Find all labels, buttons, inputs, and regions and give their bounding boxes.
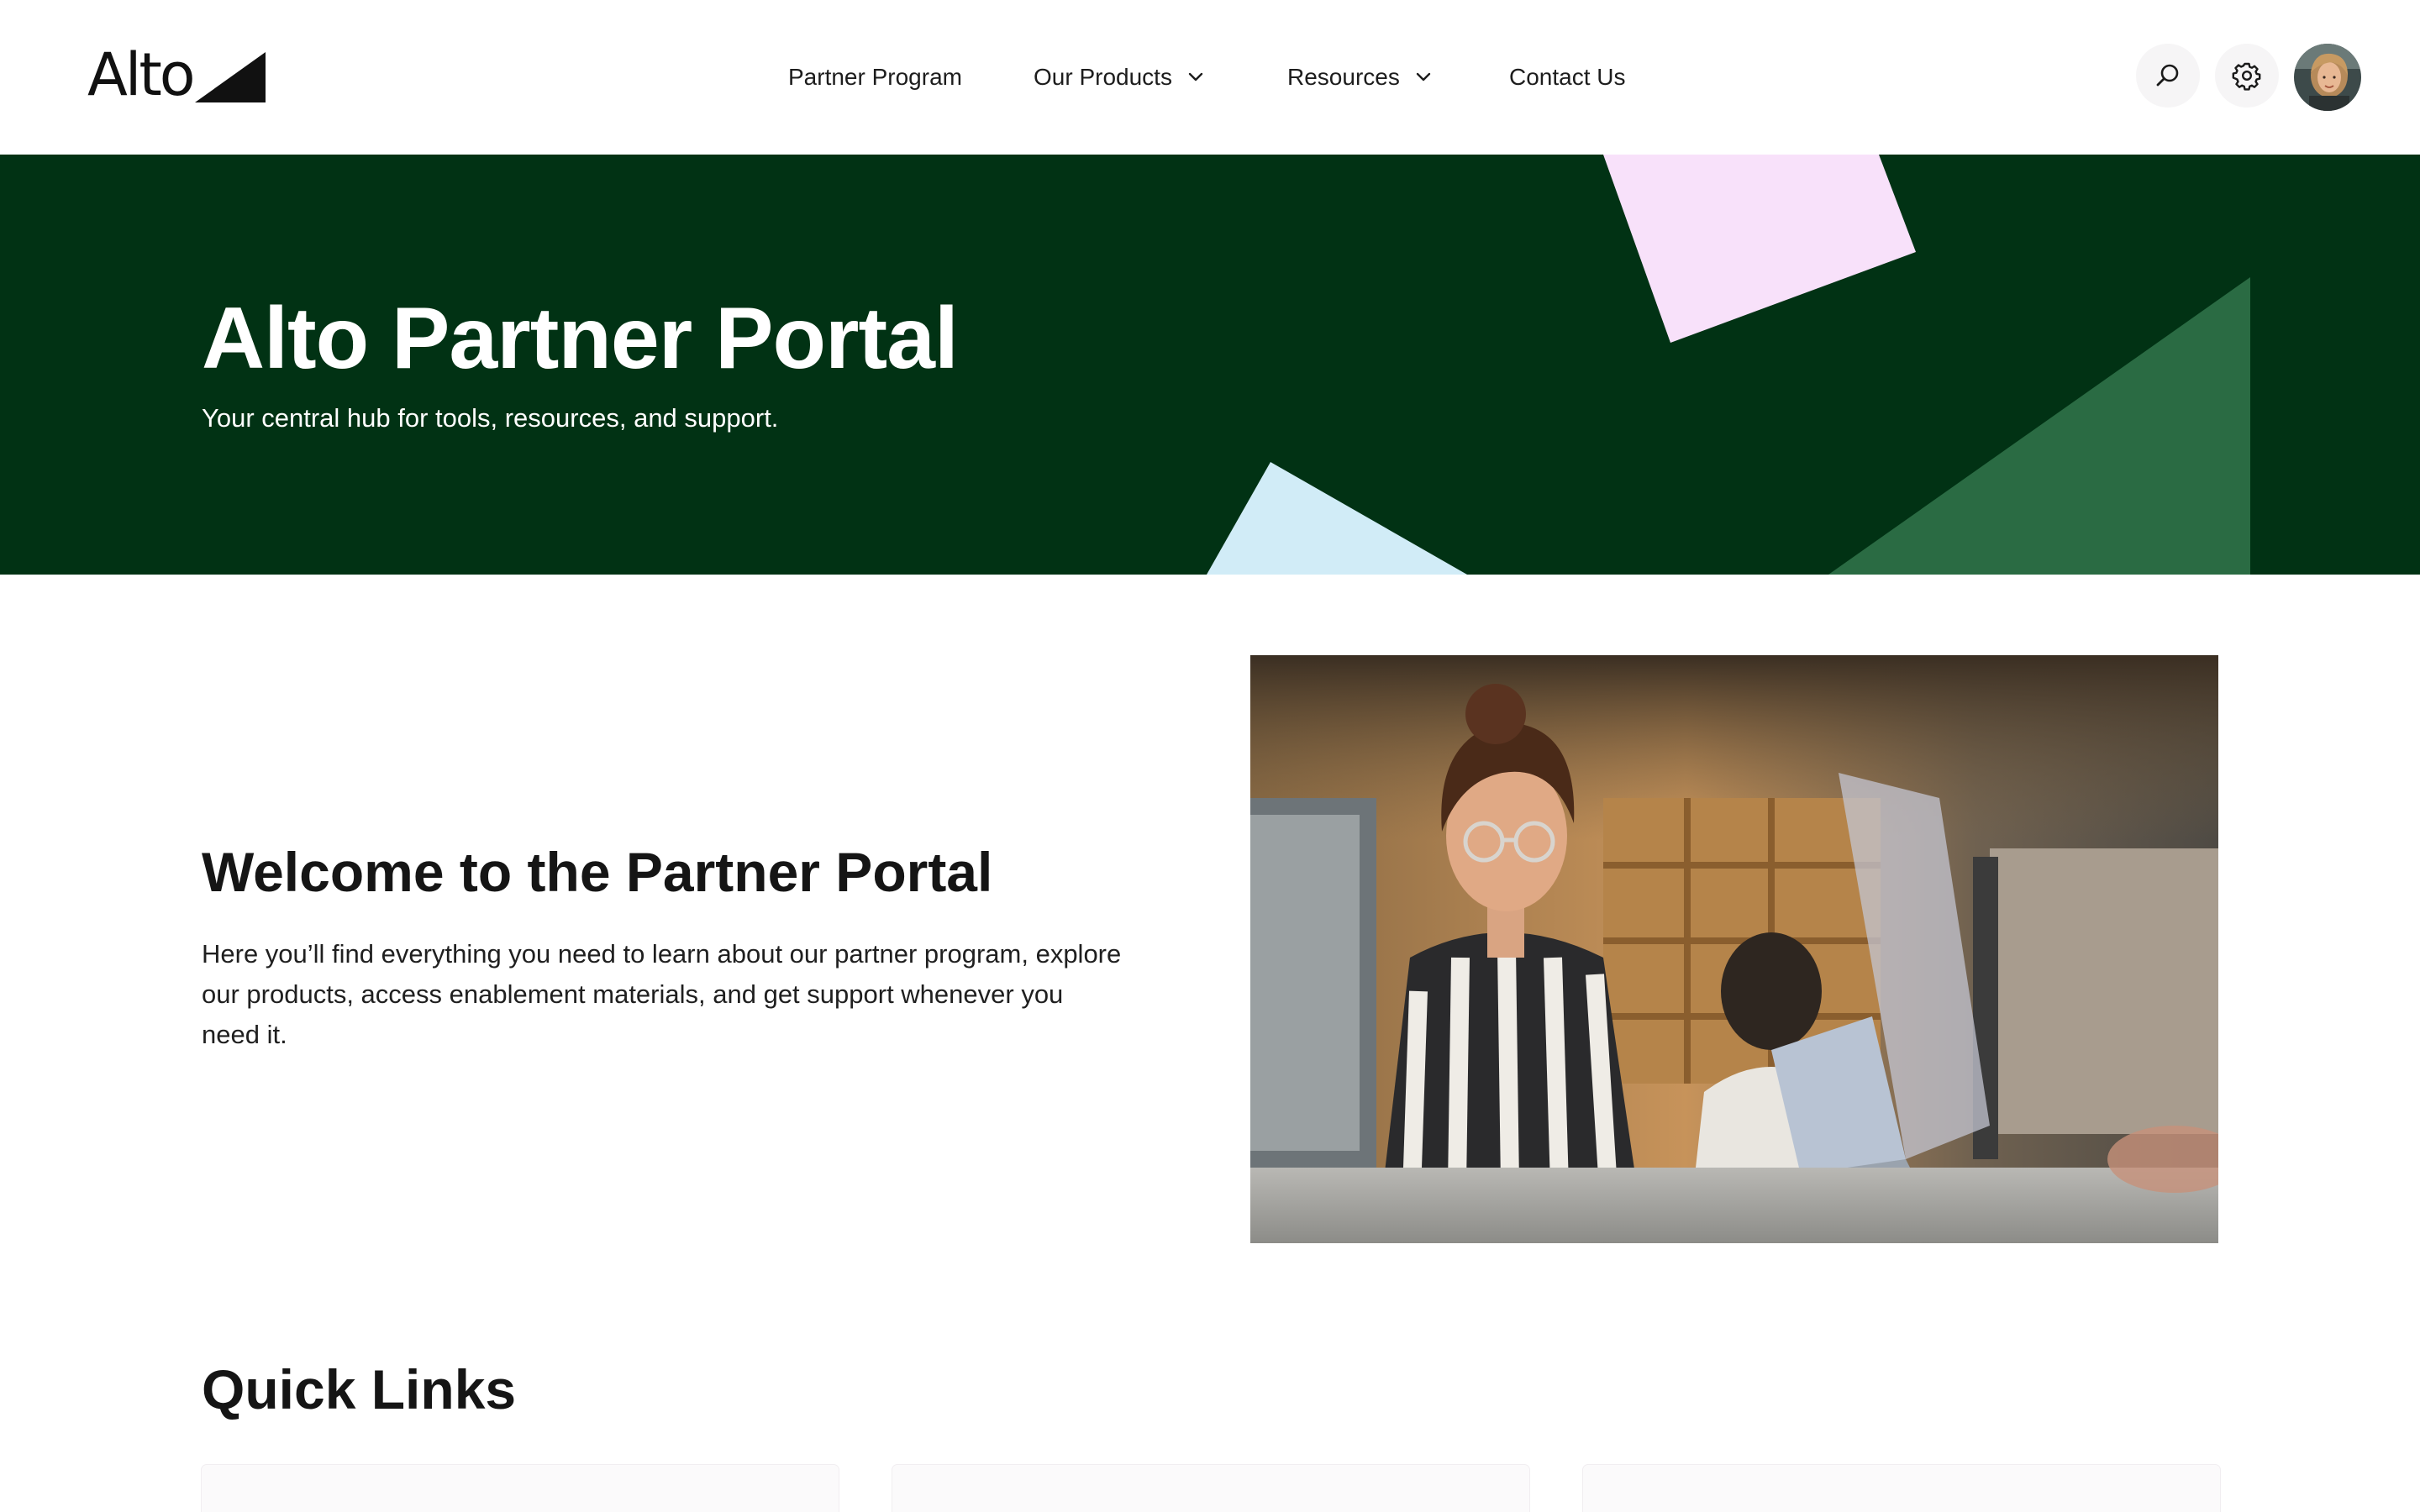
search-icon xyxy=(2156,64,2179,87)
quick-link-card[interactable] xyxy=(1583,1465,2220,1512)
welcome-body-text: Here you’ll find everything you need to … xyxy=(202,939,1122,1049)
gear-icon xyxy=(2232,62,2261,91)
nav-label: Partner Program xyxy=(788,64,962,90)
logo-wordmark: Alto xyxy=(87,40,196,109)
search-button[interactable] xyxy=(2136,44,2200,108)
nav-partner-program[interactable]: Partner Program xyxy=(788,60,962,94)
nav-resources[interactable]: Resources xyxy=(1287,60,1434,94)
welcome-heading: Welcome to the Partner Portal xyxy=(202,841,993,903)
nav-label: Contact Us xyxy=(1509,64,1626,90)
user-avatar[interactable] xyxy=(2294,44,2361,111)
nav-label: Resources xyxy=(1287,64,1400,90)
green-shape xyxy=(1828,277,2250,575)
nav-contact-us[interactable]: Contact Us xyxy=(1509,60,1626,94)
site-header: Alto Partner Program Our Products Resour… xyxy=(0,0,2420,155)
chevron-down-icon xyxy=(1188,72,1203,81)
office-photo xyxy=(1250,655,2218,1243)
hero-banner: Alto Partner Portal Your central hub for… xyxy=(0,155,2420,575)
nav-our-products[interactable]: Our Products xyxy=(1034,60,1206,94)
quick-links-heading: Quick Links xyxy=(202,1358,517,1420)
alto-logo[interactable]: Alto xyxy=(87,45,266,104)
chevron-down-icon xyxy=(1416,72,1431,81)
quick-link-card[interactable] xyxy=(202,1465,839,1512)
settings-button[interactable] xyxy=(2215,44,2279,108)
quick-link-card[interactable] xyxy=(892,1465,1529,1512)
pink-shape xyxy=(1603,155,1916,343)
light-blue-shape xyxy=(1207,462,1467,575)
logo-triangle-icon xyxy=(194,52,266,102)
hero-subtitle: Your central hub for tools, resources, a… xyxy=(202,403,779,433)
nav-label: Our Products xyxy=(1034,64,1172,90)
hero-title: Alto Partner Portal xyxy=(202,290,959,387)
